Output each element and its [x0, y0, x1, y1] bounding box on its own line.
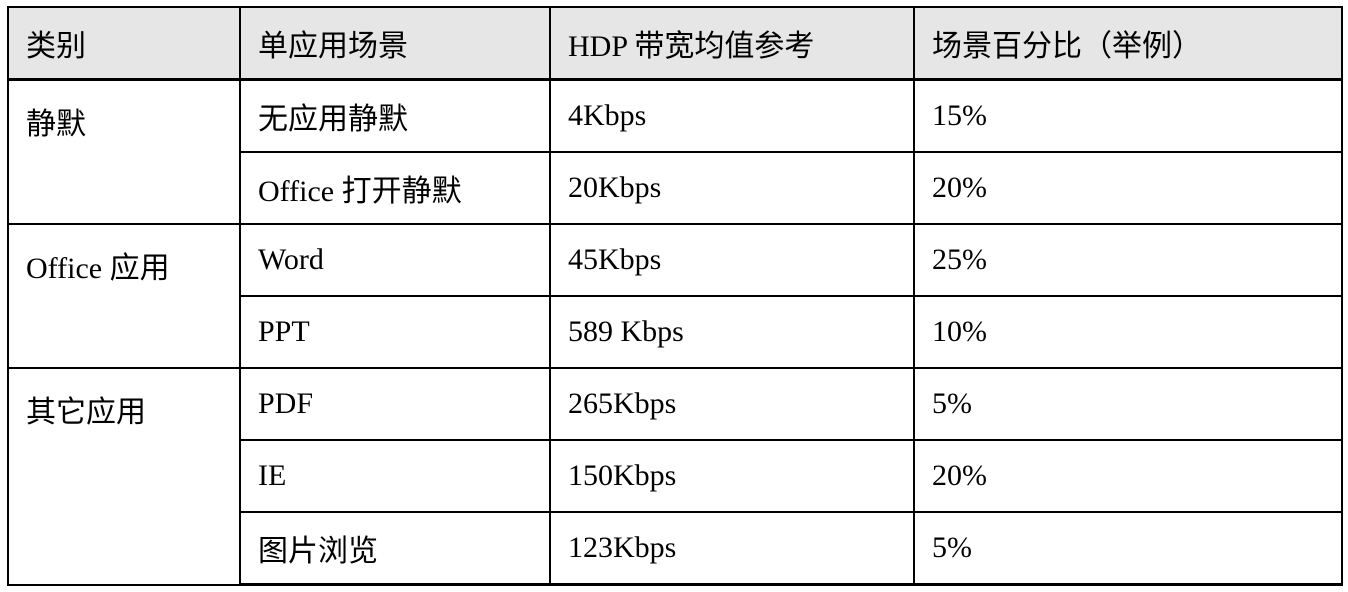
- percent-cell: 10%: [913, 295, 1343, 369]
- table-row: Office 应用 Word 45Kbps 25%: [7, 223, 1343, 369]
- bandwidth-cell: 265Kbps: [549, 367, 915, 441]
- bandwidth-cell: 4Kbps: [549, 78, 915, 153]
- bandwidth-cell: 45Kbps: [549, 223, 915, 297]
- header-bandwidth: HDP 带宽均值参考: [549, 6, 915, 81]
- table-row: 静默 无应用静默 4Kbps 15%: [7, 78, 1343, 225]
- percent-cell: 5%: [913, 367, 1343, 441]
- category-cell: 其它应用: [7, 367, 241, 586]
- table-row: 其它应用 PDF 265Kbps 5%: [7, 367, 1343, 586]
- percent-cell: 25%: [913, 223, 1343, 297]
- bandwidth-cell: 123Kbps: [549, 511, 915, 586]
- bandwidth-table: 类别 单应用场景 HDP 带宽均值参考 场景百分比（举例） 静默 无应用静默 4…: [7, 6, 1343, 586]
- percent-cell: 20%: [913, 151, 1343, 225]
- scenario-cell: IE: [239, 439, 551, 513]
- scenario-cell: 无应用静默: [239, 78, 551, 153]
- bandwidth-cell: 20Kbps: [549, 151, 915, 225]
- table-header: 类别 单应用场景 HDP 带宽均值参考 场景百分比（举例）: [7, 6, 1343, 81]
- category-cell: 静默: [7, 78, 241, 225]
- bandwidth-cell: 150Kbps: [549, 439, 915, 513]
- percent-cell: 15%: [913, 78, 1343, 153]
- category-cell: Office 应用: [7, 223, 241, 369]
- header-percent: 场景百分比（举例）: [913, 6, 1343, 81]
- header-scenario: 单应用场景: [239, 6, 551, 81]
- scenario-cell: PPT: [239, 295, 551, 369]
- header-category: 类别: [7, 6, 241, 81]
- percent-cell: 20%: [913, 439, 1343, 513]
- percent-cell: 5%: [913, 511, 1343, 586]
- table-body: 静默 无应用静默 4Kbps 15% Office 打开静默 20Kbps 20…: [7, 78, 1343, 586]
- bandwidth-cell: 589 Kbps: [549, 295, 915, 369]
- scenario-cell: 图片浏览: [239, 511, 551, 586]
- scenario-cell: Office 打开静默: [239, 151, 551, 225]
- header-row: 类别 单应用场景 HDP 带宽均值参考 场景百分比（举例）: [7, 6, 1343, 81]
- scenario-cell: PDF: [239, 367, 551, 441]
- scenario-cell: Word: [239, 223, 551, 297]
